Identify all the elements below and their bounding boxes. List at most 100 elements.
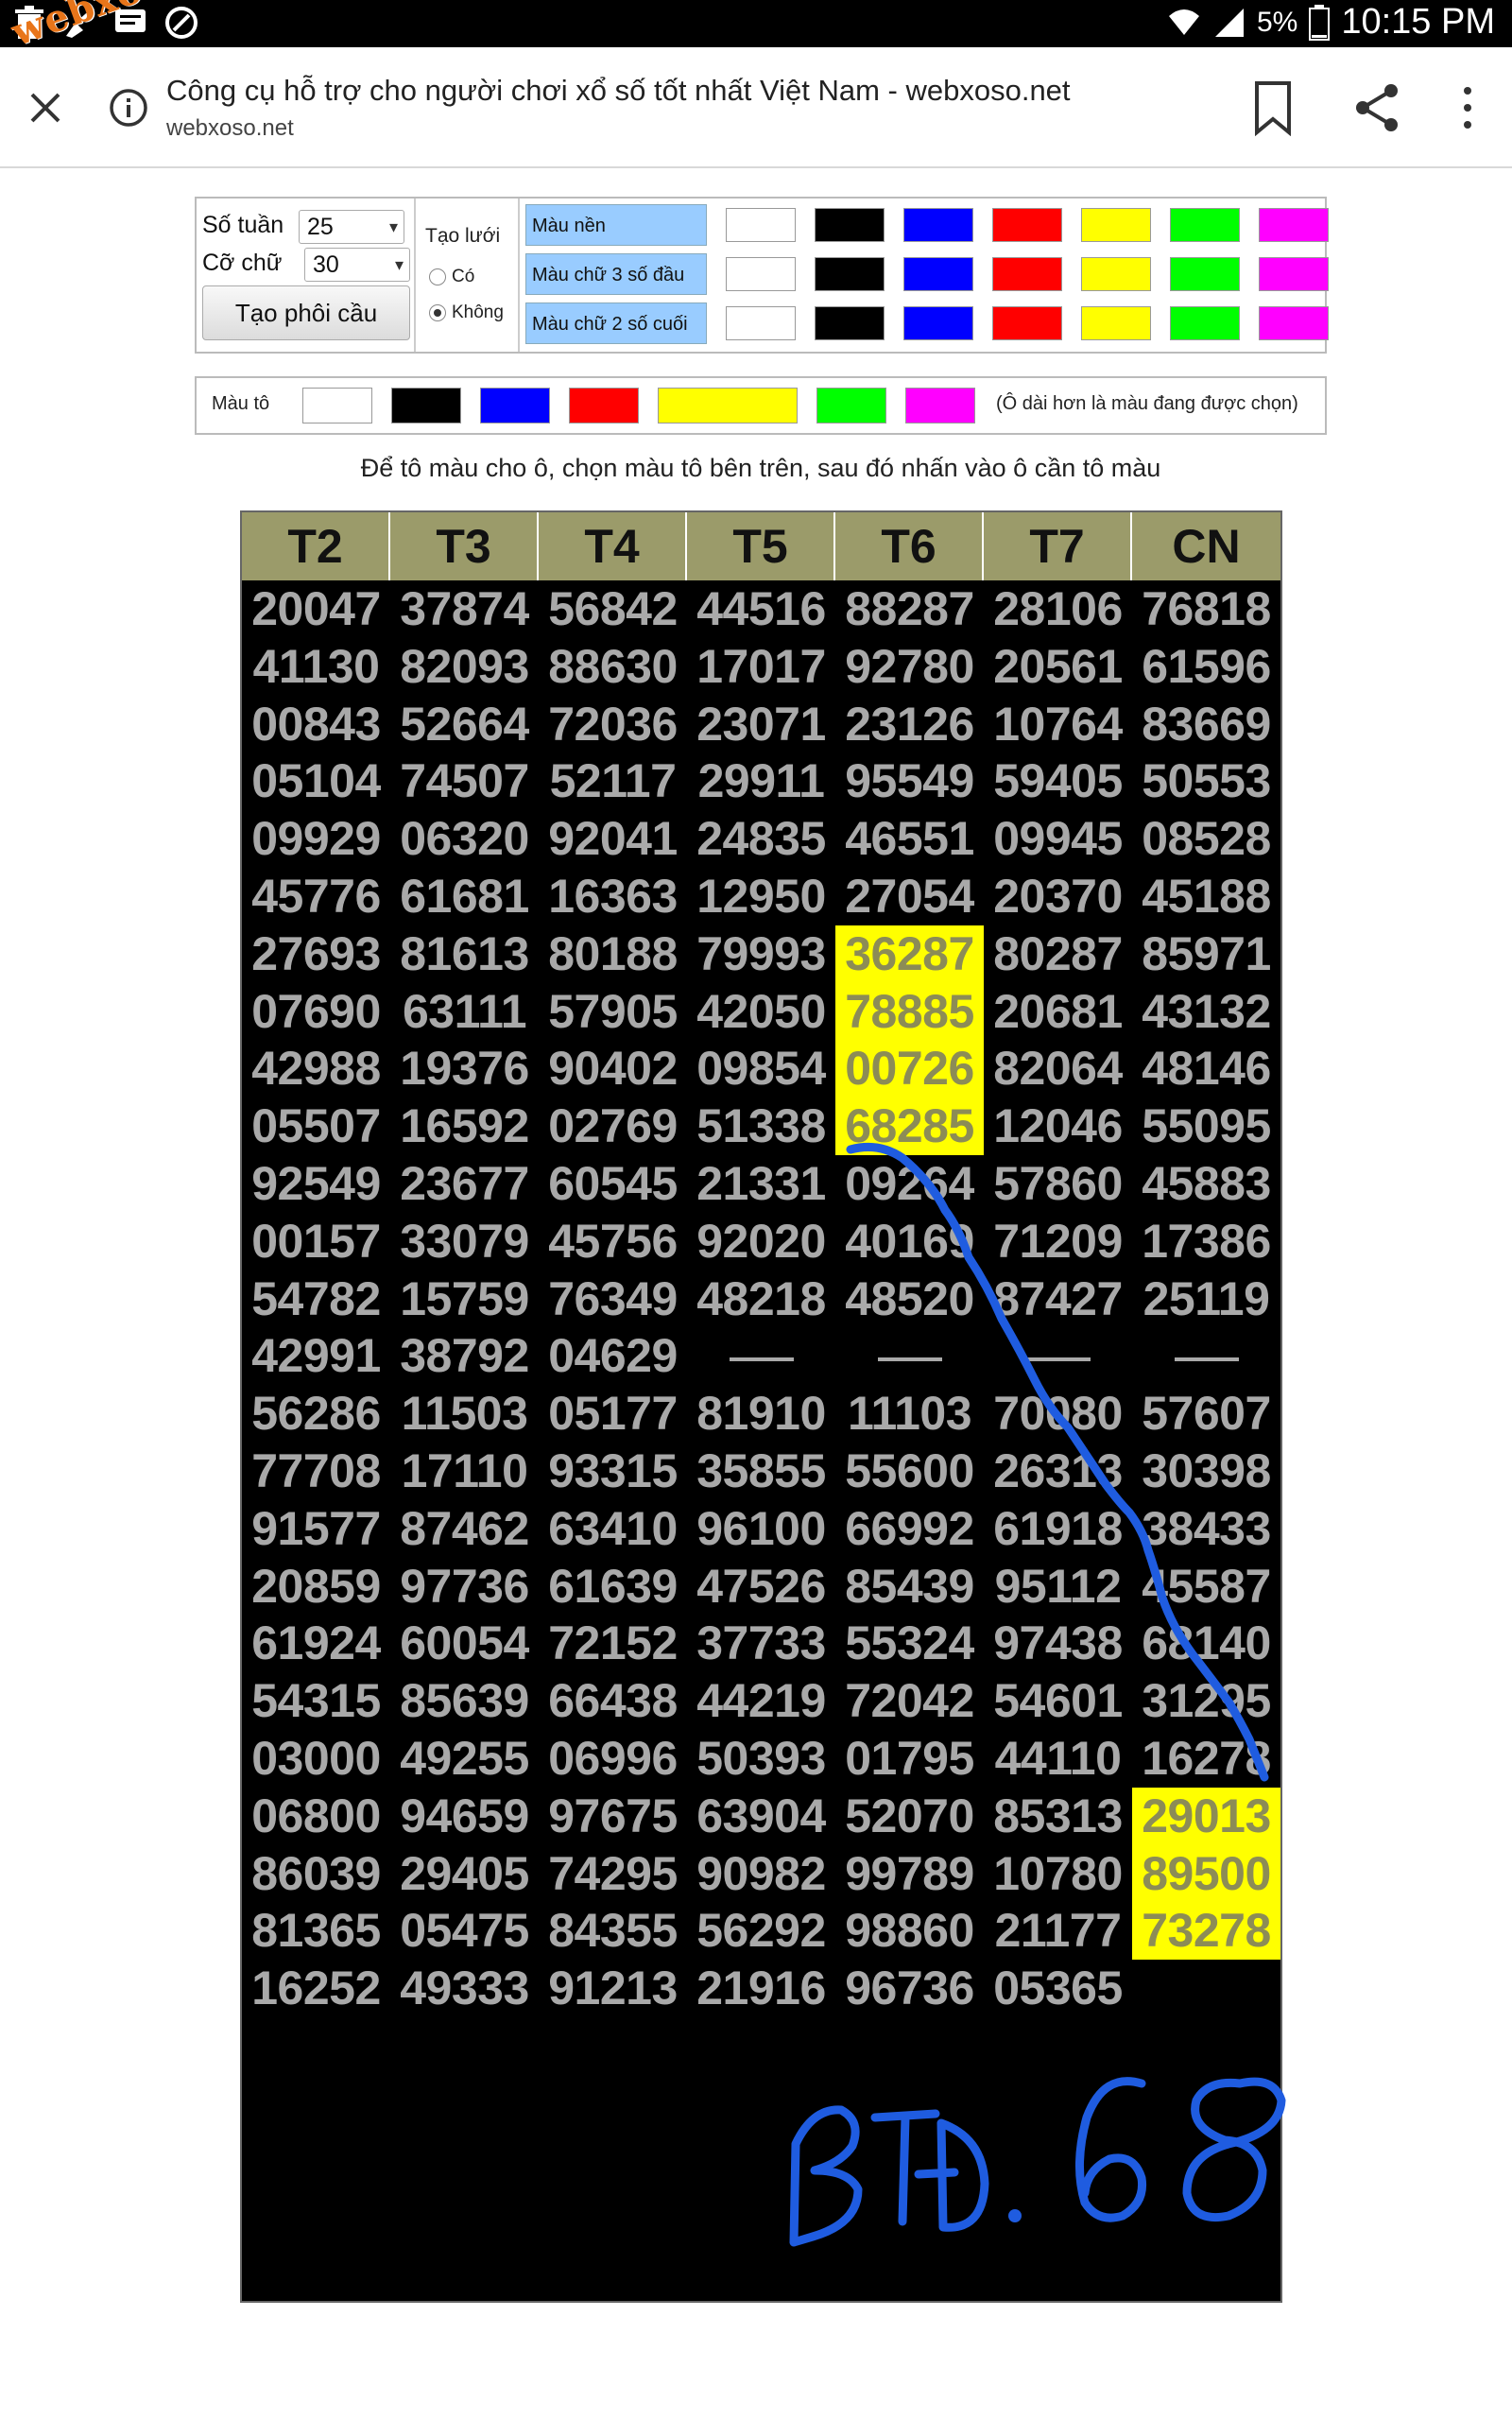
radio-yes-dot[interactable]	[429, 268, 446, 285]
swatch-red[interactable]	[992, 208, 1062, 242]
number-cell[interactable]: 05177	[539, 1385, 687, 1443]
paint-swatch-white[interactable]	[302, 388, 372, 424]
swatch-green[interactable]	[1170, 257, 1240, 291]
radio-no-dot[interactable]	[429, 304, 446, 321]
number-cell[interactable]: 06320	[390, 810, 539, 868]
number-cell[interactable]: 12046	[984, 1098, 1132, 1155]
number-cell[interactable]: 57905	[539, 983, 687, 1041]
number-cell[interactable]: 46551	[835, 810, 984, 868]
number-cell[interactable]: 08528	[1132, 810, 1280, 868]
number-cell[interactable]: 44219	[687, 1672, 835, 1730]
number-cell[interactable]: 90402	[539, 1040, 687, 1098]
highlighted-number-cell[interactable]: 36287	[835, 925, 984, 983]
number-cell[interactable]: 45883	[1132, 1155, 1280, 1213]
number-cell[interactable]: 04629	[539, 1327, 687, 1385]
number-cell[interactable]: 27693	[242, 925, 390, 983]
number-cell[interactable]: 88287	[835, 580, 984, 638]
paint-swatch-magenta[interactable]	[905, 388, 975, 424]
number-cell[interactable]: 23071	[687, 696, 835, 753]
swatch-black[interactable]	[815, 208, 885, 242]
number-cell[interactable]: 85313	[984, 1788, 1132, 1845]
paint-swatch-blue[interactable]	[480, 388, 550, 424]
number-cell[interactable]: 85439	[835, 1558, 984, 1616]
number-cell[interactable]: 95112	[984, 1558, 1132, 1616]
number-cell[interactable]	[984, 1327, 1132, 1385]
number-cell[interactable]: 00157	[242, 1213, 390, 1270]
number-cell[interactable]: 80188	[539, 925, 687, 983]
grid-radio-no[interactable]: Không	[429, 302, 504, 323]
number-cell[interactable]: 44516	[687, 580, 835, 638]
swatch-magenta[interactable]	[1259, 208, 1329, 242]
number-cell[interactable]: 48146	[1132, 1040, 1280, 1098]
number-cell[interactable]: 45188	[1132, 868, 1280, 925]
number-cell[interactable]: 49333	[390, 1960, 539, 2017]
number-cell[interactable]: 88630	[539, 638, 687, 696]
number-cell[interactable]: 76349	[539, 1270, 687, 1328]
number-cell[interactable]: 45587	[1132, 1558, 1280, 1616]
number-cell[interactable]: 17110	[390, 1443, 539, 1500]
number-cell[interactable]: 55600	[835, 1443, 984, 1500]
number-cell[interactable]: 00843	[242, 696, 390, 753]
number-cell[interactable]: 42050	[687, 983, 835, 1041]
number-cell[interactable]: 24835	[687, 810, 835, 868]
swatch-red[interactable]	[992, 306, 1062, 340]
number-cell[interactable]: 10764	[984, 696, 1132, 753]
number-cell[interactable]: 90982	[687, 1845, 835, 1903]
weeks-select[interactable]: 25	[299, 210, 404, 244]
number-cell[interactable]: 48520	[835, 1270, 984, 1328]
number-cell[interactable]: 26313	[984, 1443, 1132, 1500]
swatch-blue[interactable]	[903, 306, 973, 340]
number-cell[interactable]: 25119	[1132, 1270, 1280, 1328]
number-cell[interactable]: 91577	[242, 1500, 390, 1558]
highlighted-number-cell[interactable]: 29013	[1132, 1787, 1280, 1845]
number-cell[interactable]: 11103	[835, 1385, 984, 1443]
number-cell[interactable]: 03000	[242, 1730, 390, 1788]
number-cell[interactable]: 21177	[984, 1902, 1132, 1960]
number-cell[interactable]: 71209	[984, 1213, 1132, 1270]
swatch-blue[interactable]	[903, 208, 973, 242]
number-cell[interactable]: 93315	[539, 1443, 687, 1500]
paint-swatch-red[interactable]	[569, 388, 639, 424]
number-cell[interactable]	[687, 1327, 835, 1385]
number-cell[interactable]	[1132, 1327, 1280, 1385]
highlighted-number-cell[interactable]: 78885	[835, 982, 984, 1041]
swatch-white[interactable]	[726, 257, 796, 291]
number-cell[interactable]: 02769	[539, 1098, 687, 1155]
swatch-yellow[interactable]	[1081, 257, 1151, 291]
number-cell[interactable]	[835, 1327, 984, 1385]
number-cell[interactable]: 29405	[390, 1845, 539, 1903]
number-cell[interactable]: 05365	[984, 1960, 1132, 2017]
number-cell[interactable]: 61681	[390, 868, 539, 925]
swatch-yellow[interactable]	[1081, 306, 1151, 340]
number-cell[interactable]: 92549	[242, 1155, 390, 1213]
number-cell[interactable]: 87427	[984, 1270, 1132, 1328]
number-cell[interactable]: 68140	[1132, 1615, 1280, 1672]
number-cell[interactable]: 43132	[1132, 983, 1280, 1041]
share-icon[interactable]	[1351, 81, 1404, 134]
number-cell[interactable]: 56842	[539, 580, 687, 638]
number-cell[interactable]: 37874	[390, 580, 539, 638]
number-cell[interactable]: 70080	[984, 1385, 1132, 1443]
number-cell[interactable]: 60545	[539, 1155, 687, 1213]
number-cell[interactable]: 44110	[984, 1730, 1132, 1788]
number-cell[interactable]: 61596	[1132, 638, 1280, 696]
number-cell[interactable]: 63111	[390, 983, 539, 1041]
number-cell[interactable]: 15759	[390, 1270, 539, 1328]
paint-swatch-black[interactable]	[391, 388, 461, 424]
swatch-blue[interactable]	[903, 257, 973, 291]
number-cell[interactable]: 85639	[390, 1672, 539, 1730]
swatch-black[interactable]	[815, 257, 885, 291]
number-cell[interactable]: 96736	[835, 1960, 984, 2017]
number-cell[interactable]: 23126	[835, 696, 984, 753]
number-cell[interactable]: 06800	[242, 1788, 390, 1845]
number-cell[interactable]: 31295	[1132, 1672, 1280, 1730]
font-size-select[interactable]: 30	[304, 248, 410, 282]
number-cell[interactable]: 72036	[539, 696, 687, 753]
number-cell[interactable]: 54315	[242, 1672, 390, 1730]
number-cell[interactable]: 92020	[687, 1213, 835, 1270]
number-cell[interactable]: 09854	[687, 1040, 835, 1098]
number-cell[interactable]: 97438	[984, 1615, 1132, 1672]
page-url[interactable]: webxoso.net	[166, 115, 294, 142]
number-cell[interactable]: 12950	[687, 868, 835, 925]
number-cell[interactable]: 54601	[984, 1672, 1132, 1730]
